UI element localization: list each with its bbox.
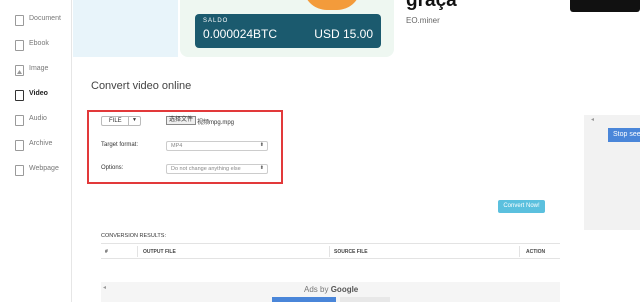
sidebar-item-video[interactable]: Video: [0, 87, 72, 109]
target-format-select[interactable]: MP4 ⬍: [166, 141, 268, 151]
choose-file-button[interactable]: 选择文件: [166, 116, 196, 125]
sidebar-item-webpage[interactable]: Webpage: [0, 162, 72, 184]
column-header-number: #: [105, 249, 108, 255]
ad-info-icon[interactable]: ◂: [103, 284, 106, 291]
column-divider: [329, 246, 330, 257]
column-header-output-file: OUTPUT FILE: [143, 249, 176, 255]
saldo-label: SALDO: [203, 18, 229, 24]
ebook-icon: [15, 40, 24, 51]
ad-primary-button[interactable]: [272, 297, 336, 302]
image-icon: [15, 65, 24, 76]
ad-secondary-button[interactable]: [340, 297, 390, 302]
ads-by-label: Ads by: [304, 285, 329, 294]
file-source-dropdown[interactable]: FILE ▼: [101, 116, 141, 126]
document-icon: [15, 15, 24, 26]
sidebar-item-archive[interactable]: Archive: [0, 137, 72, 159]
sidebar-item-ebook[interactable]: Ebook: [0, 37, 72, 59]
column-divider: [137, 246, 138, 257]
archive-icon: [15, 140, 24, 151]
ad-image-panel: [73, 0, 178, 57]
sidebar-item-label: Ebook: [29, 40, 49, 47]
ad-cta-button[interactable]: [570, 0, 640, 12]
options-label: Options:: [101, 165, 124, 171]
ad-subtitle: EO.miner: [406, 16, 440, 25]
ads-by-google: Ads by Google: [304, 285, 358, 294]
ad-info-icon[interactable]: ◂: [591, 116, 594, 123]
audio-icon: [15, 115, 24, 126]
column-header-source-file: SOURCE FILE: [334, 249, 368, 255]
target-format-value: MP4: [171, 143, 183, 149]
sidebar-item-label: Document: [29, 15, 61, 22]
sidebar-item-label: Webpage: [29, 165, 59, 172]
sidebar-item-label: Image: [29, 65, 49, 72]
sidebar: Document Ebook Image Video Audio Archive…: [0, 0, 72, 302]
convert-now-button[interactable]: Convert Now!: [498, 200, 545, 213]
results-table-header: # OUTPUT FILE SOURCE FILE ACTION: [101, 243, 560, 259]
column-header-action: ACTION: [526, 249, 546, 255]
stop-seeing-ad-button[interactable]: Stop seeing: [608, 128, 640, 142]
top-ad-banner[interactable]: SALDO 0.000024BTC USD 15.00 graça EO.min…: [73, 0, 640, 57]
google-logo: Google: [330, 285, 359, 294]
options-select[interactable]: Do not change anything else ⬍: [166, 164, 268, 174]
file-button-label: FILE: [109, 118, 122, 124]
video-icon: [15, 90, 24, 101]
column-divider: [519, 246, 520, 257]
options-value: Do not change anything else: [171, 166, 241, 172]
webpage-icon: [15, 165, 24, 176]
sidebar-item-label: Archive: [29, 140, 53, 147]
select-arrows-icon: ⬍: [259, 165, 264, 171]
saldo-box: SALDO 0.000024BTC USD 15.00: [195, 14, 381, 48]
usd-value: USD 15.00: [314, 27, 373, 41]
sidebar-item-image[interactable]: Image: [0, 62, 72, 84]
sidebar-item-audio[interactable]: Audio: [0, 112, 72, 134]
target-format-label: Target format:: [101, 142, 139, 148]
btc-value: 0.000024BTC: [203, 27, 278, 41]
chevron-down-icon: ▼: [132, 117, 137, 123]
chosen-file-name: 视频mpg.mpg: [197, 120, 235, 126]
sidebar-item-label: Audio: [29, 115, 47, 122]
page-title: Convert video online: [91, 80, 192, 92]
select-arrows-icon: ⬍: [259, 142, 264, 148]
divider: [128, 117, 129, 125]
sidebar-item-document[interactable]: Document: [0, 12, 72, 34]
conversion-results-label: CONVERSION RESULTS:: [101, 233, 166, 239]
sidebar-item-label: Video: [29, 90, 48, 97]
ad-headline: graça: [406, 0, 457, 11]
